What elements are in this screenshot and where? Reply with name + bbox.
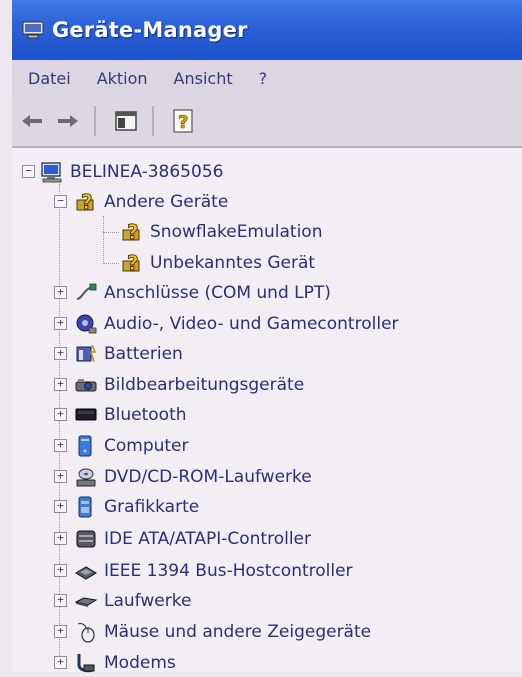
computer-icon	[41, 162, 62, 183]
category-maeuse[interactable]: Mäuse und andere Zeigegeräte	[74, 618, 371, 646]
category-laufwerke[interactable]: Laufwerke	[74, 587, 191, 615]
category-audio[interactable]: Audio-, Video- und Gamecontroller	[74, 310, 399, 338]
category-label: Laufwerke	[104, 591, 192, 611]
device-tree: − BELINEA-3865056 − ? Andere Geräte ? Sn…	[12, 148, 522, 673]
category-computer[interactable]: Computer	[74, 432, 189, 460]
expand-category-button[interactable]: +	[54, 439, 67, 452]
title-bar: Geräte-Manager	[12, 0, 522, 60]
display-adapter-icon	[78, 496, 92, 518]
firewire-controller-icon	[75, 566, 97, 580]
forward-arrow-icon	[58, 115, 78, 127]
category-ide[interactable]: IDE ATA/ATAPI-Controller	[74, 525, 311, 553]
expand-category-button[interactable]: +	[54, 564, 67, 577]
expand-category-button[interactable]: +	[54, 656, 67, 669]
category-dvd[interactable]: DVD/CD-ROM-Laufwerke	[74, 463, 312, 491]
menu-ansicht[interactable]: Ansicht	[174, 69, 233, 88]
category-grafikkarte[interactable]: Grafikkarte	[74, 493, 199, 521]
back-arrow-icon	[22, 115, 42, 127]
battery-icon	[76, 344, 97, 363]
menu-aktion[interactable]: Aktion	[97, 69, 148, 88]
category-label: IEEE 1394 Bus-Hostcontroller	[104, 561, 353, 581]
expand-category-button[interactable]: +	[54, 317, 67, 330]
expand-category-button[interactable]: +	[54, 378, 67, 391]
category-label: Batterien	[104, 344, 183, 364]
tree-connector	[103, 263, 119, 264]
toolbar-separator	[94, 106, 96, 136]
imaging-device-icon	[75, 379, 97, 392]
properties-help-icon: ?	[173, 109, 193, 133]
svg-text:?: ?	[81, 190, 93, 214]
forward-button[interactable]	[52, 105, 84, 137]
expand-category-button[interactable]: +	[54, 594, 67, 607]
device-label: SnowflakeEmulation	[150, 222, 323, 242]
category-label: DVD/CD-ROM-Laufwerke	[104, 467, 312, 487]
toolbar: ?	[12, 96, 522, 148]
category-bildbearbeitungsgeraete[interactable]: Bildbearbeitungsgeräte	[74, 371, 304, 399]
back-button[interactable]	[16, 105, 48, 137]
unknown-device-icon: ?	[122, 220, 140, 244]
expand-category-button[interactable]: +	[54, 470, 67, 483]
expand-category-button[interactable]: +	[54, 347, 67, 360]
tree-root[interactable]: BELINEA-3865056	[40, 158, 223, 186]
category-label: Andere Geräte	[104, 192, 229, 212]
category-label: Grafikkarte	[104, 497, 200, 517]
collapse-root-button[interactable]: −	[22, 165, 35, 178]
device-label: Unbekanntes Gerät	[150, 253, 316, 273]
port-icon	[76, 283, 97, 300]
svg-text:?: ?	[127, 220, 139, 244]
bluetooth-icon	[75, 408, 97, 421]
disk-drive-icon	[74, 597, 98, 607]
window-title: Geräte-Manager	[52, 18, 248, 42]
device-snowflakeemulation[interactable]: ? SnowflakeEmulation	[120, 218, 322, 246]
computer-name: BELINEA-3865056	[70, 162, 224, 182]
unknown-device-icon: ?	[76, 190, 94, 214]
expand-category-button[interactable]: +	[54, 532, 67, 545]
category-label: Computer	[104, 436, 189, 456]
category-label: Bluetooth	[104, 405, 187, 425]
category-modems[interactable]: Modems	[74, 649, 176, 677]
console-tree-button[interactable]	[110, 105, 142, 137]
device-unbekanntes-geraet[interactable]: ? Unbekanntes Gerät	[120, 249, 315, 277]
toolbar-separator	[152, 106, 154, 136]
category-ieee1394[interactable]: IEEE 1394 Bus-Hostcontroller	[74, 557, 353, 585]
svg-text:?: ?	[127, 251, 139, 275]
ide-controller-icon	[76, 530, 96, 548]
category-label: Audio-, Video- und Gamecontroller	[104, 314, 399, 334]
category-andere-geraete[interactable]: ? Andere Geräte	[74, 188, 228, 216]
tree-connector	[103, 216, 104, 264]
computer-icon	[78, 435, 92, 457]
menu-bar: Datei Aktion Ansicht ?	[12, 60, 522, 96]
expand-category-button[interactable]: +	[54, 408, 67, 421]
modem-icon	[77, 654, 95, 673]
tree-connector	[59, 184, 60, 664]
expand-category-button[interactable]: +	[54, 500, 67, 513]
audio-icon	[76, 314, 97, 334]
svg-text:?: ?	[178, 112, 188, 133]
device-manager-icon	[22, 21, 44, 39]
optical-drive-icon	[76, 468, 96, 487]
menu-datei[interactable]: Datei	[28, 69, 71, 88]
mouse-icon	[77, 622, 95, 643]
menu-help[interactable]: ?	[259, 69, 268, 88]
tree-connector	[103, 232, 119, 233]
properties-button[interactable]: ?	[168, 105, 200, 137]
category-bluetooth[interactable]: Bluetooth	[74, 401, 187, 429]
category-batterien[interactable]: Batterien	[74, 340, 183, 368]
category-label: Anschlüsse (COM und LPT)	[104, 283, 331, 303]
expand-category-button[interactable]: +	[54, 625, 67, 638]
category-label: Mäuse und andere Zeigegeräte	[104, 622, 372, 642]
collapse-andere-geraete-button[interactable]: −	[54, 195, 67, 208]
show-hide-console-tree-icon	[115, 111, 137, 131]
category-anschluesse[interactable]: Anschlüsse (COM und LPT)	[74, 279, 331, 307]
unknown-device-icon: ?	[122, 251, 140, 275]
category-label: Bildbearbeitungsgeräte	[104, 375, 305, 395]
category-label: IDE ATA/ATAPI-Controller	[104, 529, 312, 549]
expand-category-button[interactable]: +	[54, 286, 67, 299]
category-label: Modems	[104, 653, 176, 673]
